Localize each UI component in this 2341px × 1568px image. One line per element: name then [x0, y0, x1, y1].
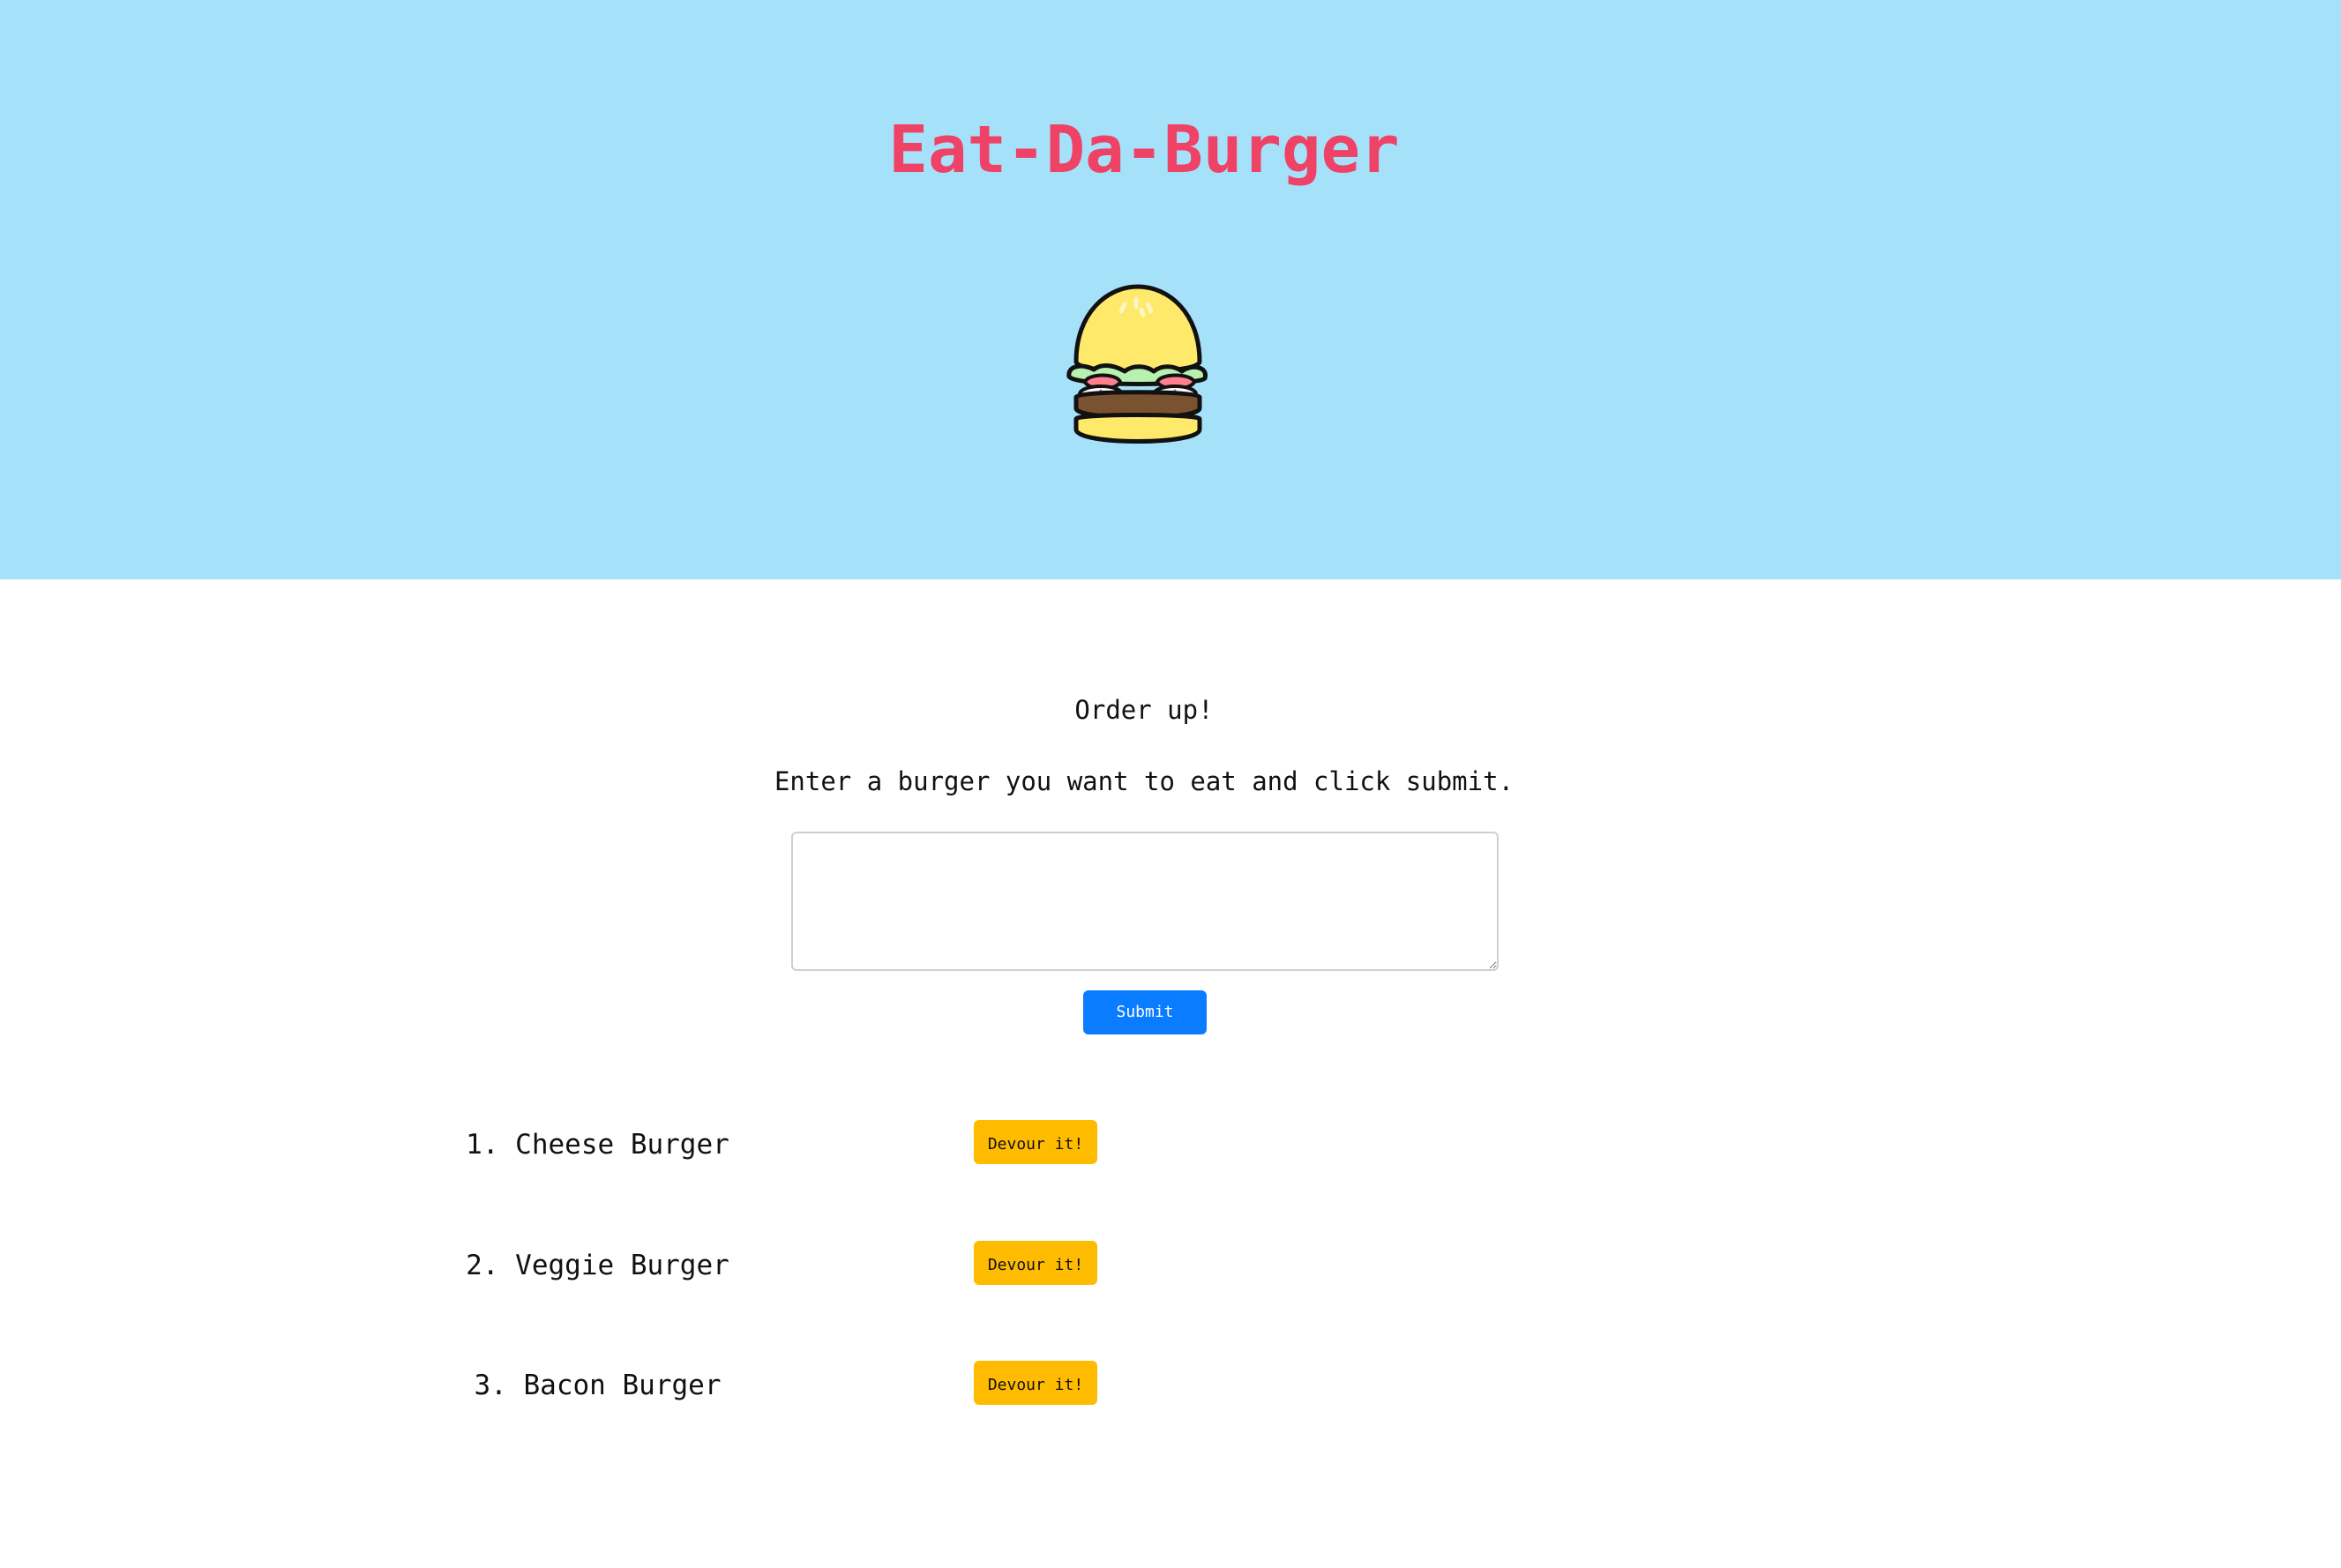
list-item: 2. Veggie Burger Devour it!	[0, 1241, 1235, 1294]
burger-item-name: Veggie Burger	[515, 1250, 729, 1281]
burger-item-number: 2.	[466, 1250, 499, 1281]
burger-item-label: 2. Veggie Burger	[432, 1246, 763, 1285]
burger-item-label: 3. Bacon Burger	[432, 1366, 763, 1405]
page-title: Eat-Da-Burger	[888, 112, 1400, 188]
burger-item-name: Bacon Burger	[523, 1370, 722, 1401]
burger-item-label: 1. Cheese Burger	[432, 1125, 763, 1164]
devour-button[interactable]: Devour it!	[974, 1361, 1097, 1405]
submit-button[interactable]: Submit	[1083, 990, 1207, 1034]
hero-banner: Eat-Da-Burger	[0, 0, 2341, 579]
list-item: 1. Cheese Burger Devour it!	[0, 1120, 1235, 1173]
burger-icon	[1066, 284, 1208, 444]
burger-item-number: 1.	[466, 1129, 499, 1161]
devour-button[interactable]: Devour it!	[974, 1120, 1097, 1164]
order-instructions: Enter a burger you want to eat and click…	[774, 766, 1515, 796]
burger-name-input[interactable]	[791, 832, 1499, 971]
devour-button[interactable]: Devour it!	[974, 1241, 1097, 1285]
list-item: 3. Bacon Burger Devour it!	[0, 1361, 1235, 1414]
burger-item-name: Cheese Burger	[515, 1129, 729, 1161]
order-heading: Order up!	[1074, 695, 1214, 725]
burger-item-number: 3.	[474, 1370, 507, 1401]
